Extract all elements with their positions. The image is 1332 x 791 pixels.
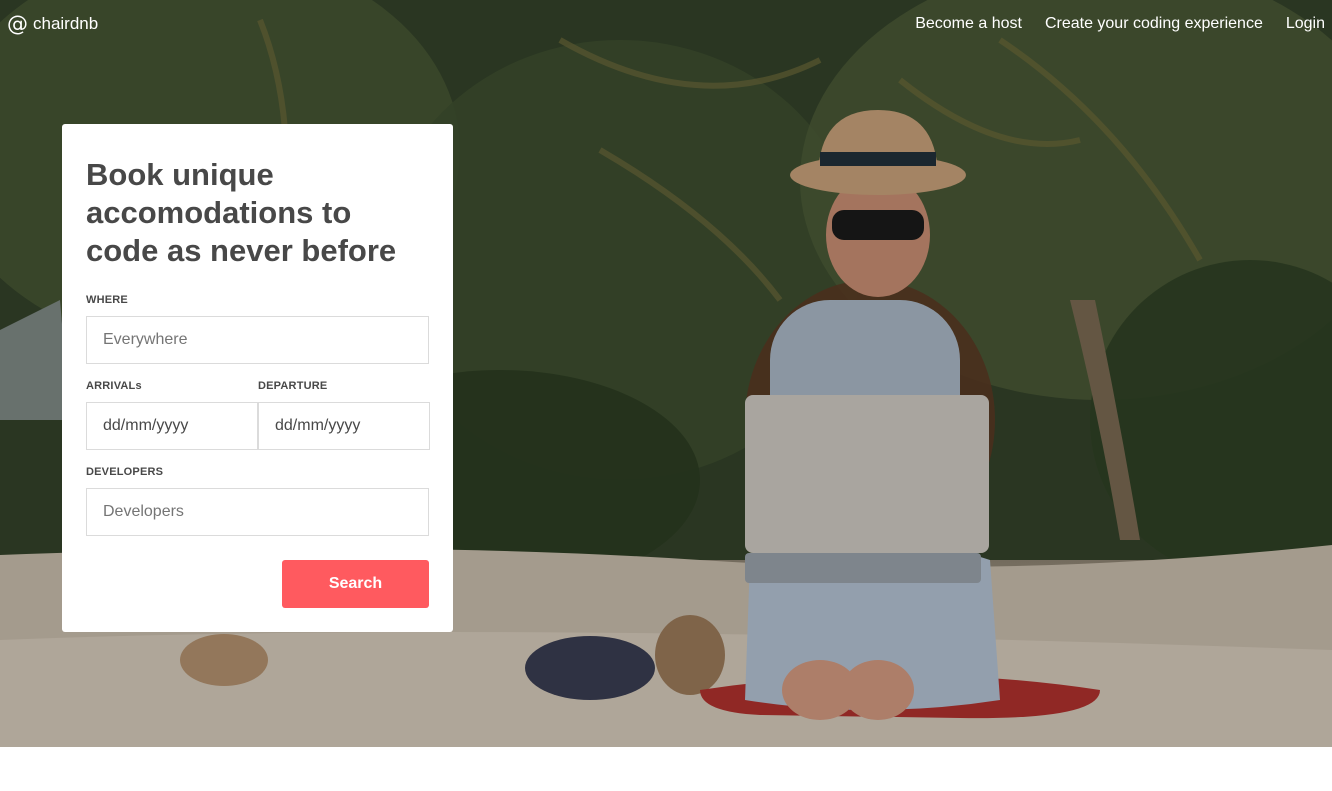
arrivals-label: ARRIVALs [86, 380, 142, 392]
booking-title: Book unique accomodations to code as nev… [86, 157, 397, 268]
departure-date-value: dd/mm/yyyy [275, 417, 361, 434]
where-input[interactable] [86, 316, 429, 364]
top-navbar: @ chairdnb Become a host Create your cod… [0, 0, 1332, 48]
brand-name: chairdnb [33, 14, 99, 33]
search-button[interactable]: Search [282, 560, 429, 608]
nav-create-experience-link[interactable]: Create your coding experience [1045, 13, 1263, 35]
booking-card: Book unique accomodations to code as nev… [62, 124, 453, 632]
developers-input[interactable] [86, 488, 429, 536]
departure-label: DEPARTURE [258, 380, 328, 392]
nav-login-link[interactable]: Login [1286, 13, 1325, 35]
where-label: WHERE [86, 294, 128, 306]
arrivals-date-input[interactable]: dd/mm/yyyy [86, 402, 258, 450]
arrivals-date-value: dd/mm/yyyy [103, 417, 189, 434]
nav-links: Become a host Create your coding experie… [892, 13, 1325, 35]
nav-become-host-link[interactable]: Become a host [915, 13, 1022, 35]
brand-logo[interactable]: @ chairdnb [7, 12, 98, 36]
at-sign-icon: @ [7, 12, 28, 36]
departure-date-input[interactable]: dd/mm/yyyy [258, 402, 430, 450]
developers-label: DEVELOPERS [86, 466, 164, 478]
